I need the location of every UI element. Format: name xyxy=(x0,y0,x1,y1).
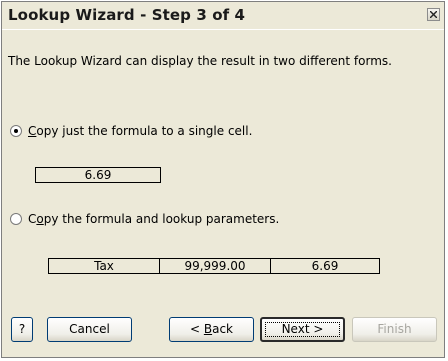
option-formula-and-parameters[interactable]: Copy the formula and lookup parameters. xyxy=(10,211,279,227)
option-formula-and-parameters-label: Copy the formula and lookup parameters. xyxy=(28,212,280,226)
back-button[interactable]: < Back xyxy=(169,317,254,342)
option-single-cell[interactable]: Copy just the formula to a single cell. xyxy=(10,123,252,139)
next-button[interactable]: Next > xyxy=(260,317,345,342)
parameter-cell: 6.69 xyxy=(270,258,380,274)
help-icon: ? xyxy=(18,322,26,336)
focus-rectangle xyxy=(265,322,340,337)
intro-text: The Lookup Wizard can display the result… xyxy=(8,54,392,68)
lookup-wizard-dialog: Lookup Wizard - Step 3 of 4 The Lookup W… xyxy=(1,1,445,358)
help-button[interactable]: ? xyxy=(11,317,33,342)
cancel-button[interactable]: Cancel xyxy=(47,317,132,342)
title-bar[interactable]: Lookup Wizard - Step 3 of 4 xyxy=(2,2,444,30)
parameter-cell: Tax xyxy=(48,258,159,274)
close-button[interactable] xyxy=(427,8,440,21)
finish-button[interactable]: Finish xyxy=(352,317,437,342)
single-cell-preview: 6.69 xyxy=(35,167,161,183)
radio-formula-and-parameters[interactable] xyxy=(10,213,22,225)
radio-single-cell[interactable] xyxy=(10,125,22,137)
dialog-title: Lookup Wizard - Step 3 of 4 xyxy=(8,6,246,24)
option-single-cell-label: Copy just the formula to a single cell. xyxy=(28,124,253,138)
close-icon xyxy=(430,11,437,18)
parameter-cell: 99,999.00 xyxy=(159,258,270,274)
parameters-preview: Tax 99,999.00 6.69 xyxy=(48,258,380,274)
